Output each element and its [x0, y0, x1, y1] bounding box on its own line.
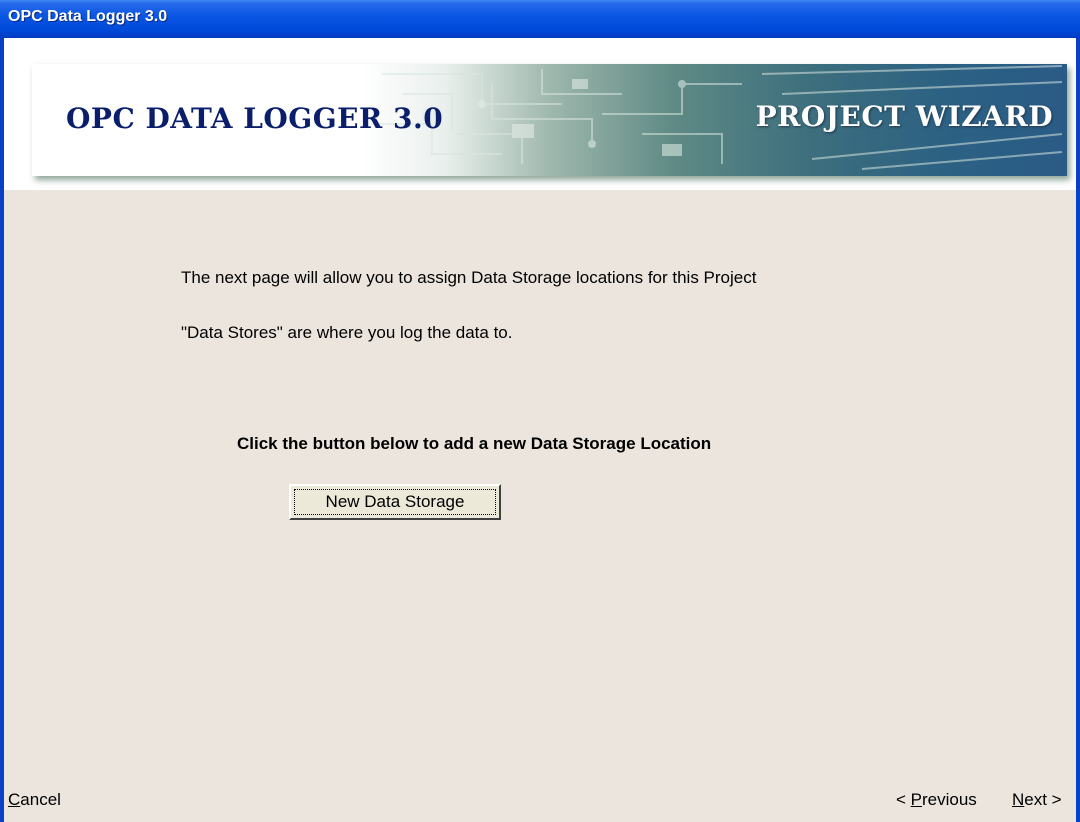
product-name-text: OPC DATA LOGGER 3.0	[66, 102, 444, 135]
wizard-name-text: PROJECT WIZARD	[755, 100, 1053, 133]
next-button[interactable]: Next >	[1012, 790, 1062, 810]
previous-accelerator: P	[910, 790, 922, 809]
window-title: OPC Data Logger 3.0	[8, 8, 168, 25]
new-data-storage-button-label: New Data Storage	[294, 489, 496, 515]
info-text-line-2: "Data Stores" are where you log the data…	[181, 323, 513, 342]
wizard-window: OPC Data Logger 3.0 OPC DATA LOGGER 3.0 …	[0, 0, 1080, 822]
previous-prefix: <	[896, 790, 911, 809]
cancel-label: ancel	[20, 790, 61, 809]
header-area: OPC DATA LOGGER 3.0 PROJECT WIZARD	[4, 38, 1076, 190]
next-accelerator: N	[1012, 790, 1025, 809]
cancel-button[interactable]: Cancel	[8, 790, 61, 810]
new-data-storage-button[interactable]: New Data Storage	[289, 484, 501, 520]
cancel-accelerator: C	[8, 790, 21, 809]
previous-label: revious	[922, 790, 977, 809]
next-label: ext >	[1024, 790, 1062, 809]
title-bar[interactable]: OPC Data Logger 3.0	[0, 0, 1080, 38]
info-text-line-1: The next page will allow you to assign D…	[181, 268, 757, 287]
wizard-client-area: OPC DATA LOGGER 3.0 PROJECT WIZARD The n…	[4, 38, 1076, 822]
previous-button[interactable]: < Previous	[896, 790, 977, 810]
instruction-text: Click the button below to add a new Data…	[237, 434, 712, 453]
wizard-banner: OPC DATA LOGGER 3.0 PROJECT WIZARD	[32, 64, 1067, 176]
wizard-footer: Cancel < Previous Next >	[4, 778, 1076, 822]
